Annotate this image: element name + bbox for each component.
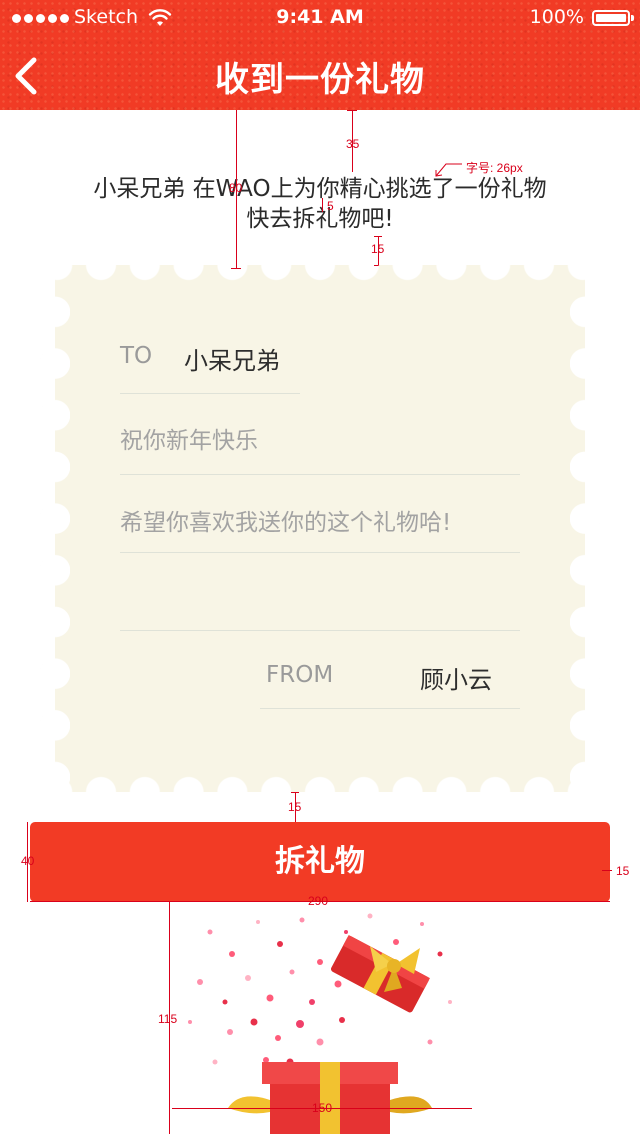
spec-header-gap: 35: [346, 137, 360, 151]
battery-percentage: 100%: [529, 6, 584, 28]
spec-line-spacing: 5: [327, 199, 334, 213]
spec-gift-height: 115: [158, 1012, 178, 1026]
spec-text-card-gap: 15: [371, 242, 385, 256]
wish-line-1: 祝你新年快乐: [120, 428, 258, 454]
card-perforation-right: [570, 265, 600, 792]
spec-card-button-gap: 15: [288, 800, 302, 814]
spec-arrow-icon: [435, 163, 462, 177]
spec-button-height: 40: [21, 854, 35, 868]
gift-box-illustration: [188, 913, 452, 1134]
gift-message: 小呆兄弟 在WAO上为你精心挑选了一份礼物 快去拆礼物吧!: [0, 174, 640, 234]
spec-gift-width: 150: [312, 1101, 333, 1115]
recipient-name: 小呆兄弟: [184, 347, 280, 375]
spec-font-size-note: 字号: 26px: [466, 161, 523, 175]
spec-line-button-side: [602, 870, 612, 871]
wish-line-2: 希望你喜欢我送你的这个礼物哈!: [120, 510, 452, 536]
page-title: 收到一份礼物: [215, 60, 425, 100]
spec-tick: [374, 236, 382, 237]
gift-message-line-2: 快去拆礼物吧!: [246, 206, 394, 232]
gift-message-line-1: 小呆兄弟 在WAO上为你精心挑选了一份礼物: [93, 176, 547, 202]
header-bar: Sketch 9:41 AM 100% 收到一份礼物: [0, 0, 640, 110]
battery-icon: [592, 10, 634, 26]
spec-tick: [347, 110, 357, 111]
wish-underline-2: [120, 552, 520, 553]
wish-underline-3: [120, 630, 520, 631]
open-gift-button[interactable]: 拆礼物: [30, 822, 610, 902]
spec-tick: [291, 792, 299, 793]
gift-lid: [330, 934, 430, 1013]
sender-name: 顾小云: [420, 666, 492, 694]
gift-box-body: [228, 1062, 432, 1134]
status-bar: Sketch 9:41 AM 100%: [0, 0, 640, 38]
to-label: TO: [120, 343, 153, 369]
wish-underline-1: [120, 474, 520, 475]
spec-line-gap: [322, 198, 323, 212]
card-perforation-left: [40, 265, 70, 792]
from-underline: [260, 708, 520, 709]
from-label: FROM: [266, 662, 334, 688]
spec-button-side: 15: [616, 864, 630, 878]
spec-text-block-height: 80: [229, 181, 243, 195]
to-underline: [120, 393, 300, 394]
